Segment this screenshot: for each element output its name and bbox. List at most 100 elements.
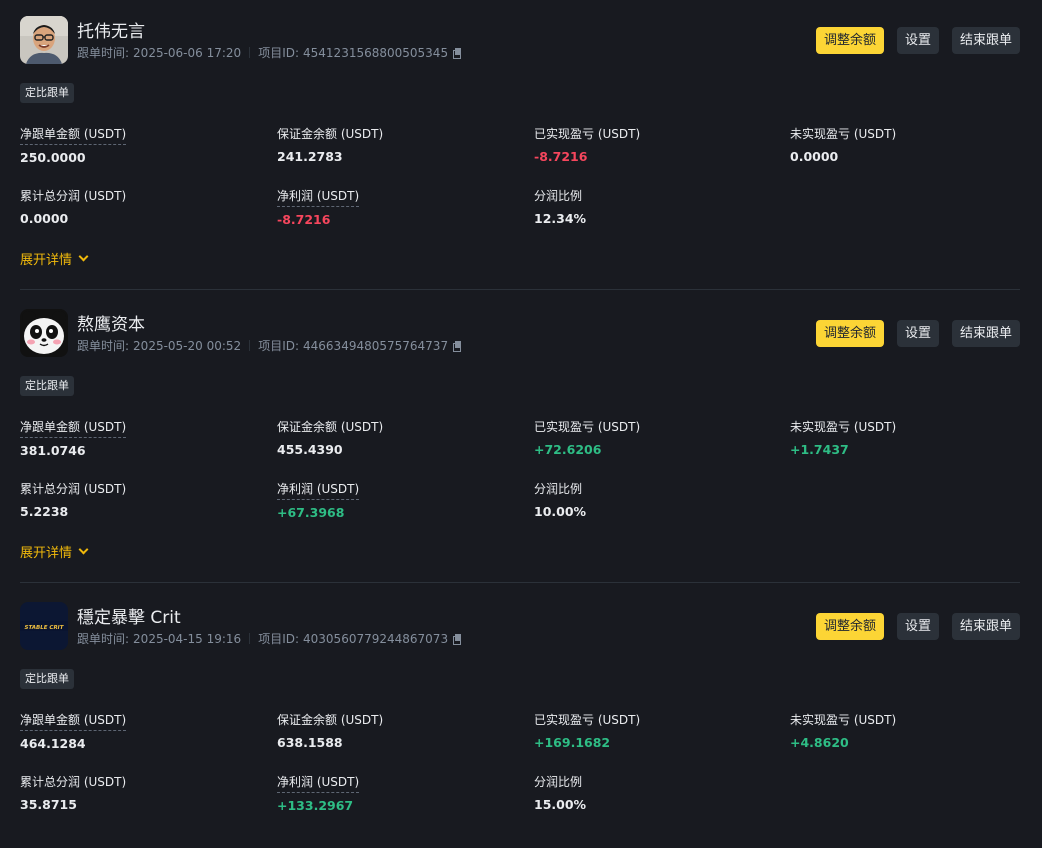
expand-label: 展开详情 [20,253,73,268]
stat-value: 35.8715 [20,797,77,812]
stat-value: 241.2783 [277,149,343,164]
stat-value: 455.4390 [277,442,343,457]
expand-details-link[interactable]: 展开详情 [20,249,89,268]
trader-avatar[interactable] [20,16,68,64]
end-copy-button[interactable]: 结束跟单 [951,613,1020,640]
follow-time: 2025-06-06 17:20 [133,45,242,60]
stat-value: 381.0746 [20,443,86,458]
avatar-logo-text: STABLE CRIT [25,625,65,631]
stat-value: 464.1284 [20,736,86,751]
meta-divider [249,340,251,351]
stat-value: 0.0000 [790,149,839,164]
follow-time-label: 跟单时间: [77,632,130,646]
card-actions: 调整余额 设置 结束跟单 [815,27,1020,54]
stat-value: 12.34% [534,211,587,226]
stat-label: 保证金余额 (USDT) [277,713,384,727]
stat-label: 累计总分润 (USDT) [20,482,127,496]
stat-label: 保证金余额 (USDT) [277,420,384,434]
stat-label: 保证金余额 (USDT) [277,127,384,141]
card-meta: 跟单时间: 2025-06-06 17:20 项目ID: 45412315688… [77,44,462,61]
stat-label: 累计总分润 (USDT) [20,189,127,203]
card-meta: 跟单时间: 2025-05-20 00:52 项目ID: 44663494805… [77,337,462,354]
stat-net-amount: 净跟单金额 (USDT) 381.0746 [20,416,260,458]
stat-unrealized-pnl: 未实现盈亏 (USDT) +4.8620 [790,709,1030,750]
trader-avatar[interactable] [20,309,68,357]
stat-label[interactable]: 净利润 (USDT) [277,480,360,500]
stat-label: 未实现盈亏 (USDT) [790,127,897,141]
card-actions: 调整余额 设置 结束跟单 [815,320,1020,347]
stat-total-share: 累计总分润 (USDT) 5.2238 [20,478,260,519]
stat-label[interactable]: 净跟单金额 (USDT) [20,711,127,731]
trader-name[interactable]: 穩定暴擊 Crit [77,603,181,628]
end-copy-button[interactable]: 结束跟单 [951,27,1020,54]
chevron-down-icon [78,544,89,555]
card-divider [20,289,1020,290]
follow-time: 2025-04-15 19:16 [133,631,242,646]
stat-value: 10.00% [534,504,587,519]
stat-label: 未实现盈亏 (USDT) [790,420,897,434]
project-id-label: 项目ID: [258,632,300,646]
adjust-balance-button[interactable]: 调整余额 [815,320,884,347]
follow-time-label: 跟单时间: [77,46,130,60]
card-divider [20,582,1020,583]
stat-net-profit: 净利润 (USDT) +67.3968 [277,478,517,520]
stat-label[interactable]: 净跟单金额 (USDT) [20,418,127,438]
chevron-down-icon [78,251,89,262]
adjust-balance-button[interactable]: 调整余额 [815,613,884,640]
stat-value: 250.0000 [20,150,86,165]
stat-margin-balance: 保证金余额 (USDT) 241.2783 [277,123,517,164]
meta-divider [249,47,251,58]
expand-label: 展开详情 [20,546,73,561]
follow-time-label: 跟单时间: [77,339,130,353]
stat-net-amount: 净跟单金额 (USDT) 464.1284 [20,709,260,751]
copy-trade-card: STABLE CRIT 穩定暴擊 Crit 跟单时间: 2025-04-15 1… [20,602,1020,813]
settings-button[interactable]: 设置 [896,320,939,347]
card-header: 熬鹰资本 跟单时间: 2025-05-20 00:52 项目ID: 446634… [20,309,1020,357]
settings-button[interactable]: 设置 [896,27,939,54]
stat-share-ratio: 分润比例 15.00% [534,771,774,812]
stat-net-amount: 净跟单金额 (USDT) 250.0000 [20,123,260,165]
stat-realized-pnl: 已实现盈亏 (USDT) -8.7216 [534,123,774,164]
stat-label: 已实现盈亏 (USDT) [534,127,641,141]
stat-label[interactable]: 净利润 (USDT) [277,187,360,207]
trader-name[interactable]: 熬鹰资本 [77,310,145,335]
trader-name[interactable]: 托伟无言 [77,17,145,42]
stat-value: +72.6206 [534,442,602,457]
stat-total-share: 累计总分润 (USDT) 0.0000 [20,185,260,226]
stat-realized-pnl: 已实现盈亏 (USDT) +169.1682 [534,709,774,750]
expand-details-link[interactable]: 展开详情 [20,542,89,561]
stat-value: +4.8620 [790,735,849,750]
end-copy-button[interactable]: 结束跟单 [951,320,1020,347]
meta-divider [249,633,251,644]
adjust-balance-button[interactable]: 调整余额 [815,27,884,54]
stat-label[interactable]: 净跟单金额 (USDT) [20,125,127,145]
copy-icon[interactable] [453,48,462,59]
card-meta: 跟单时间: 2025-04-15 19:16 项目ID: 40305607792… [77,630,462,647]
stat-label: 累计总分润 (USDT) [20,775,127,789]
card-header: STABLE CRIT 穩定暴擊 Crit 跟单时间: 2025-04-15 1… [20,602,1020,650]
stat-value: -8.7216 [534,149,588,164]
card-actions: 调整余额 设置 结束跟单 [815,613,1020,640]
stat-realized-pnl: 已实现盈亏 (USDT) +72.6206 [534,416,774,457]
project-id: 4466349480575764737 [303,338,449,353]
stat-label[interactable]: 净利润 (USDT) [277,773,360,793]
copy-icon[interactable] [453,341,462,352]
mode-tag: 定比跟单 [20,669,74,689]
trader-avatar[interactable]: STABLE CRIT [20,602,68,650]
project-id: 4030560779244867073 [303,631,449,646]
copy-icon[interactable] [453,634,462,645]
stat-value: +1.7437 [790,442,849,457]
project-id-label: 项目ID: [258,339,300,353]
stat-share-ratio: 分润比例 12.34% [534,185,774,226]
mode-tag: 定比跟单 [20,83,74,103]
stat-label: 分润比例 [534,775,583,789]
stat-margin-balance: 保证金余额 (USDT) 638.1588 [277,709,517,750]
settings-button[interactable]: 设置 [896,613,939,640]
stat-label: 分润比例 [534,482,583,496]
stat-label: 已实现盈亏 (USDT) [534,420,641,434]
stat-label: 未实现盈亏 (USDT) [790,713,897,727]
stat-value: +169.1682 [534,735,611,750]
stat-net-profit: 净利润 (USDT) -8.7216 [277,185,517,227]
stat-share-ratio: 分润比例 10.00% [534,478,774,519]
stat-unrealized-pnl: 未实现盈亏 (USDT) +1.7437 [790,416,1030,457]
